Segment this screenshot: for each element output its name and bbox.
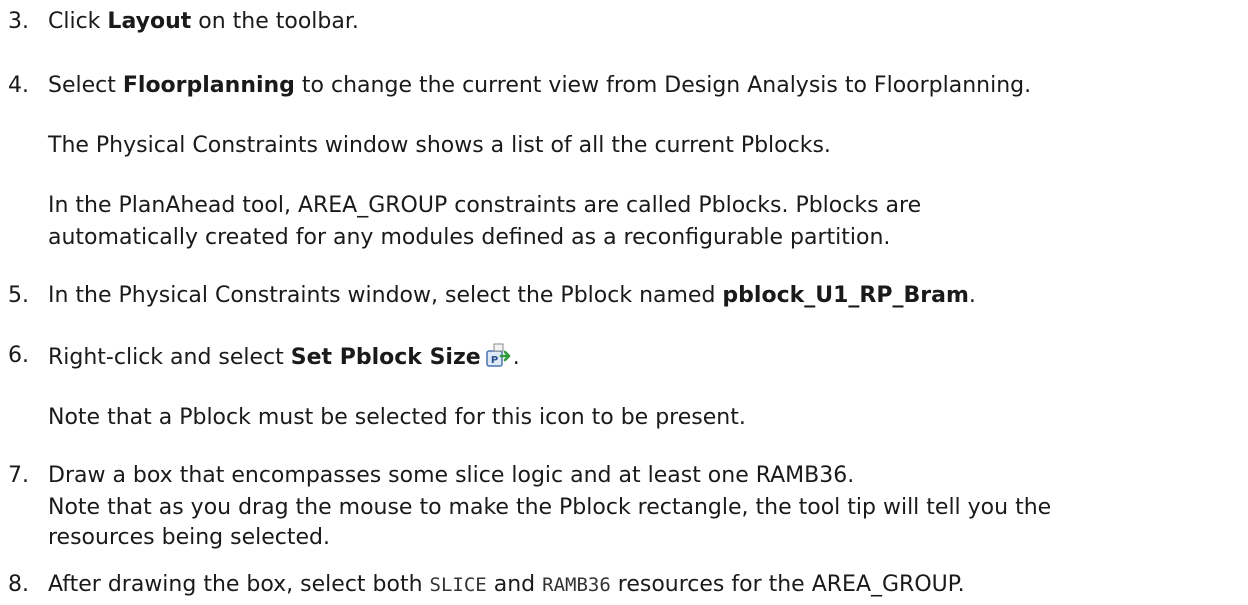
step-text-line-2: Note that as you drag the mouse to make … bbox=[48, 495, 1052, 520]
svg-text:P: P bbox=[491, 355, 498, 366]
code-ramb36: RAMB36 bbox=[542, 574, 611, 596]
ui-label-set-pblock-size: Set Pblock Size bbox=[290, 345, 481, 370]
step-text: Click Layout on the toolbar. bbox=[48, 8, 359, 36]
step-number: 4. bbox=[8, 73, 29, 98]
step-text-post: . bbox=[968, 283, 976, 308]
note-planahead-2: automatically created for any modules de… bbox=[48, 225, 891, 250]
step-text-pre: Right-click and select bbox=[48, 345, 291, 370]
step-text-line-3: resources being selected. bbox=[48, 525, 330, 550]
step-text-pre: Click bbox=[48, 9, 108, 34]
step-text: In the Physical Constraints window, sele… bbox=[48, 282, 976, 310]
step-text: After drawing the box, select both SLICE… bbox=[48, 571, 965, 599]
step-text-post: resources for the AREA_GROUP. bbox=[610, 572, 965, 597]
ui-label-layout: Layout bbox=[107, 9, 192, 34]
ui-label-floorplanning: Floorplanning bbox=[122, 73, 295, 98]
note-pblock-selected: Note that a Pblock must be selected for … bbox=[48, 405, 746, 430]
step-number: 8. bbox=[8, 572, 29, 597]
note-physical-constraints: The Physical Constraints window shows a … bbox=[48, 133, 831, 158]
step-number: 7. bbox=[8, 463, 29, 488]
step-text-post: . bbox=[512, 345, 520, 370]
step-text-mid: and bbox=[486, 572, 543, 597]
pblock-name: pblock_U1_RP_Bram bbox=[722, 283, 969, 308]
step-text: Select Floorplanning to change the curre… bbox=[48, 72, 1031, 100]
step-text-pre: Select bbox=[48, 73, 123, 98]
set-pblock-size-icon: P bbox=[485, 342, 511, 368]
step-number: 3. bbox=[8, 9, 29, 34]
step-text-pre: In the Physical Constraints window, sele… bbox=[48, 283, 723, 308]
step-number: 6. bbox=[8, 343, 29, 368]
step-number: 5. bbox=[8, 283, 29, 308]
step-text-line-1: Draw a box that encompasses some slice l… bbox=[48, 463, 855, 488]
step-text: Right-click and select Set Pblock Size P. bbox=[48, 342, 520, 372]
step-text-post: to change the current view from Design A… bbox=[294, 73, 1032, 98]
step-text-post: on the toolbar. bbox=[191, 9, 359, 34]
note-planahead-1: In the PlanAhead tool, AREA_GROUP constr… bbox=[48, 193, 922, 218]
step-text-pre: After drawing the box, select both bbox=[48, 572, 430, 597]
code-slice: SLICE bbox=[429, 574, 487, 596]
